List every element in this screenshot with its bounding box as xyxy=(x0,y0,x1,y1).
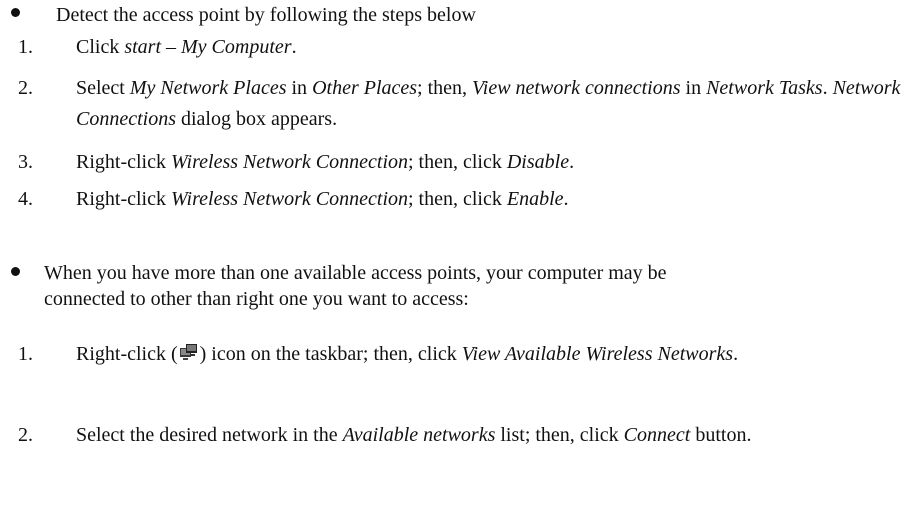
section1-intro: Detect the access point by following the… xyxy=(56,4,476,26)
text: connected to other than right one you wa… xyxy=(44,288,469,310)
text: ; then, click xyxy=(408,188,507,210)
text: . xyxy=(291,36,297,58)
text-italic: My Network Places xyxy=(129,77,287,99)
text-italic: Network Tasks xyxy=(706,77,823,99)
text: dialog box appears. xyxy=(176,108,338,130)
step-text: Right-click ( ) icon on the taskbar; then… xyxy=(76,339,876,370)
step-text: Right-click Wireless Network Connection;… xyxy=(76,184,912,215)
text: in xyxy=(680,77,707,99)
bullet-icon xyxy=(11,267,20,276)
text: ; then, click xyxy=(408,151,507,173)
document-page: Detect the access point by following the… xyxy=(0,0,917,517)
text: Click xyxy=(76,36,125,58)
text: Select the desired network in the xyxy=(76,424,343,446)
wireless-network-tray-icon xyxy=(179,342,199,362)
step-text: Click start – My Computer. xyxy=(76,32,912,63)
step-number: 3. xyxy=(18,151,33,173)
text: ; then, xyxy=(417,77,473,99)
text-italic: View Available Wireless Networks xyxy=(461,343,734,365)
step-text: Right-click Wireless Network Connection;… xyxy=(76,147,912,178)
text: button. xyxy=(690,424,752,446)
step-number: 2. xyxy=(18,77,33,99)
text: . xyxy=(563,188,569,210)
step-number: 2. xyxy=(18,424,33,446)
step-text: Select My Network Places in Other Places… xyxy=(76,73,912,135)
text: . xyxy=(733,343,739,365)
text: . xyxy=(569,151,575,173)
text-italic: View network connections xyxy=(472,77,681,99)
text-italic: Enable xyxy=(506,188,564,210)
text: Select xyxy=(76,77,130,99)
bullet-icon xyxy=(11,8,20,17)
text: When you have more than one available ac… xyxy=(44,262,667,284)
text-italic: Wireless Network Connection xyxy=(170,151,408,173)
step-number: 1. xyxy=(18,343,33,365)
text: Right-click ( xyxy=(76,343,178,365)
text: in xyxy=(286,77,313,99)
text: Right-click xyxy=(76,188,171,210)
text: list; then, click xyxy=(495,424,624,446)
step-number: 1. xyxy=(18,36,33,58)
step-text: Select the desired network in the Availa… xyxy=(76,420,856,451)
text-italic: Disable xyxy=(506,151,570,173)
text-italic: start – My Computer xyxy=(124,36,292,58)
text-italic: Other Places xyxy=(312,77,418,99)
step-number: 4. xyxy=(18,188,33,210)
text-italic: Available networks xyxy=(342,424,496,446)
text-italic: Wireless Network Connection xyxy=(170,188,408,210)
text: Right-click xyxy=(76,151,171,173)
text: . xyxy=(822,77,833,99)
text: ) icon on the taskbar; then, click xyxy=(199,343,462,365)
section2-intro: When you have more than one available ac… xyxy=(44,260,667,312)
text-italic: Connect xyxy=(623,424,691,446)
